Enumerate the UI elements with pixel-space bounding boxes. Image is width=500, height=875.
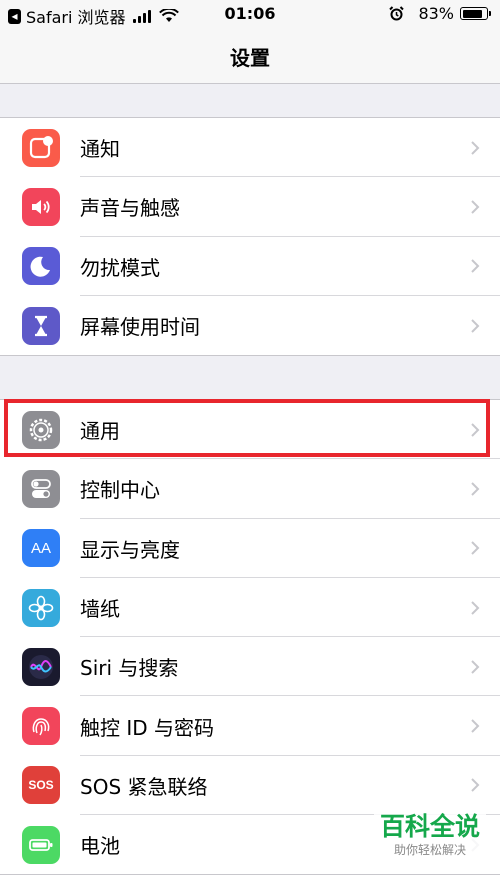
battery-icon	[22, 825, 60, 864]
chevron-right-icon	[471, 541, 480, 555]
battery-status-icon	[460, 7, 491, 20]
chevron-right-icon	[471, 600, 480, 615]
settings-group-2: 通用 控制中心 AA 显示与亮度 墙纸 Siri 与搜索 触控 ID 与密码 S…	[0, 399, 500, 875]
settings-row-siri[interactable]: Siri 与搜索	[0, 637, 500, 697]
settings-row-label: 控制中心	[80, 478, 160, 503]
battery-fill	[462, 9, 482, 18]
flower-icon	[22, 588, 60, 627]
settings-row-display[interactable]: AA 显示与亮度	[0, 519, 500, 578]
page-title: 设置	[230, 46, 270, 70]
settings-row-emergency-sos[interactable]: SOS SOS 紧急联络	[0, 756, 500, 816]
notifications-icon	[22, 128, 60, 167]
settings-row-screen-time[interactable]: 屏幕使用时间	[0, 296, 500, 355]
settings-row-label: 声音与触感	[80, 196, 180, 221]
chevron-right-icon	[471, 719, 480, 733]
toggles-icon	[22, 469, 60, 508]
status-right: 83%	[389, 4, 491, 23]
fingerprint-icon	[22, 707, 60, 746]
text-size-glyph: AA	[30, 539, 51, 557]
settings-group-1: 通知 声音与触感 勿扰模式 屏幕使用时间	[0, 117, 500, 357]
battery-percent: 83%	[418, 4, 454, 23]
chevron-right-icon	[471, 660, 480, 674]
settings-row-touch-id[interactable]: 触控 ID 与密码	[0, 696, 500, 756]
settings-row-control-center[interactable]: 控制中心	[0, 459, 500, 519]
watermark: 百科全说 助你轻松解决	[374, 812, 486, 858]
sos-glyph: SOS	[28, 778, 54, 793]
moon-icon	[22, 247, 60, 286]
chevron-right-icon	[471, 778, 480, 793]
settings-row-notifications[interactable]: 通知	[0, 118, 500, 178]
text-size-icon: AA	[22, 529, 60, 568]
status-bar: ◂ Safari 浏览器 01:06 83%	[0, 0, 500, 28]
settings-row-label: 通知	[80, 137, 120, 162]
settings-row-sounds[interactable]: 声音与触感	[0, 177, 500, 237]
settings-row-label: 墙纸	[80, 597, 120, 622]
chevron-right-icon	[471, 318, 480, 333]
nav-bar: 设置	[0, 28, 500, 84]
settings-row-label: SOS 紧急联络	[80, 774, 208, 799]
sos-icon: SOS	[22, 766, 60, 805]
settings-row-general[interactable]: 通用	[0, 400, 500, 460]
settings-row-label: 触控 ID 与密码	[80, 715, 215, 740]
chevron-right-icon	[471, 482, 480, 496]
settings-row-label: Siri 与搜索	[80, 656, 179, 681]
chevron-right-icon	[471, 259, 480, 273]
chevron-right-icon	[471, 200, 480, 214]
settings-row-do-not-disturb[interactable]: 勿扰模式	[0, 237, 500, 296]
speaker-icon	[22, 187, 60, 226]
watermark-logo: 百科全说	[379, 812, 480, 841]
settings-row-label: 电池	[80, 834, 120, 859]
settings-row-label: 屏幕使用时间	[80, 315, 200, 340]
gear-icon	[22, 410, 60, 449]
alarm-clock-icon	[389, 6, 405, 21]
settings-row-label: 通用	[80, 419, 120, 444]
siri-icon	[22, 647, 60, 686]
watermark-subtitle: 助你轻松解决	[393, 843, 466, 857]
settings-row-label: 勿扰模式	[80, 255, 160, 280]
chevron-right-icon	[471, 422, 480, 437]
hourglass-icon	[22, 306, 60, 345]
settings-row-wallpaper[interactable]: 墙纸	[0, 578, 500, 638]
settings-row-label: 显示与亮度	[80, 537, 180, 562]
chevron-right-icon	[471, 140, 480, 155]
